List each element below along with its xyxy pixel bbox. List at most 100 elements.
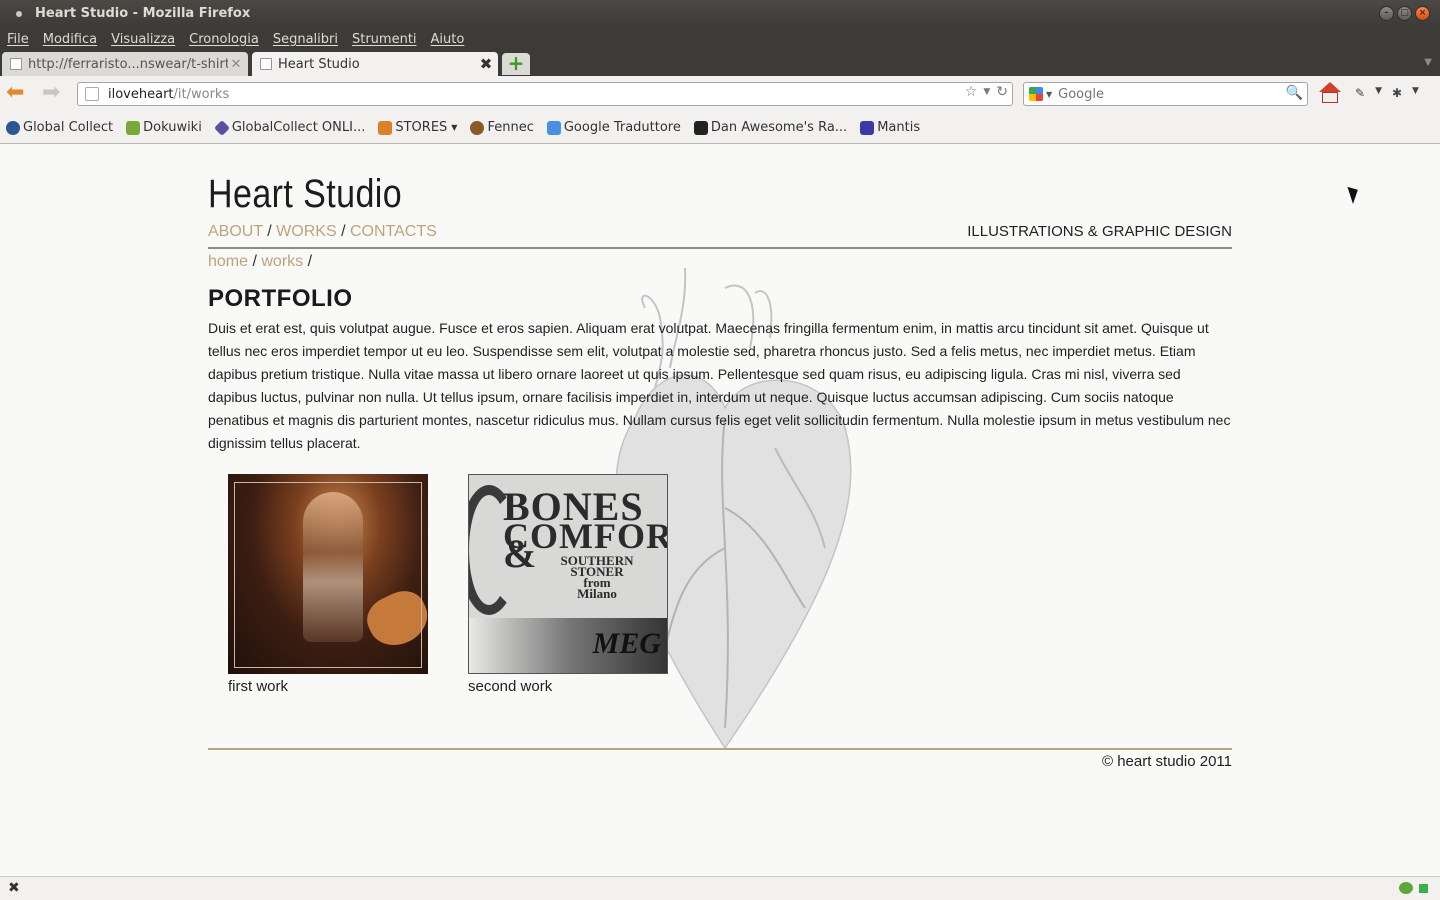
nav-separator: / xyxy=(336,223,350,240)
bookmark-fennec[interactable]: Fennec xyxy=(470,120,534,135)
forward-arrow-icon[interactable]: ➡ xyxy=(42,82,60,104)
bookmark-label: GlobalCollect ONLI... xyxy=(231,120,366,135)
site-tagline: ILLUSTRATIONS & GRAPHIC DESIGN xyxy=(967,223,1232,240)
bookmark-label: STORES xyxy=(395,120,448,135)
search-bar: ▼ 🔍 xyxy=(1023,82,1308,106)
chevron-down-icon[interactable]: ▼ xyxy=(1375,86,1382,100)
maximize-icon[interactable]: □ xyxy=(1397,6,1412,21)
chevron-down-icon: ▼ xyxy=(451,123,458,132)
window-controls: – □ × xyxy=(1379,6,1430,21)
menu-modifica[interactable]: Modifica xyxy=(43,32,97,47)
tab-ferraristo[interactable]: http://ferraristo...nswear/t-shirts/ ✕ xyxy=(2,52,248,76)
bookmark-google-traduttore[interactable]: Google Traduttore xyxy=(546,120,681,135)
status-indicator-icon[interactable] xyxy=(1419,883,1428,893)
google-icon[interactable] xyxy=(1029,87,1043,101)
work-thumbnail[interactable]: BONES & COMFORT SOUTHERN STONER from Mil… xyxy=(468,474,668,674)
mouse-cursor-icon xyxy=(1347,184,1362,204)
tab-heart-studio[interactable]: Heart Studio ✖ xyxy=(252,52,498,76)
menu-aiuto[interactable]: Aiuto xyxy=(431,32,465,47)
breadcrumb-home-link[interactable]: home xyxy=(208,253,248,270)
bookmarks-bar: Global Collect Dokuwiki GlobalCollect ON… xyxy=(0,112,1440,144)
tab-list-chevron-down-icon[interactable]: ▼ xyxy=(1424,57,1432,68)
menu-strumenti[interactable]: Strumenti xyxy=(352,32,417,47)
breadcrumb-works-link[interactable]: works xyxy=(261,253,303,270)
menu-visualizza[interactable]: Visualizza xyxy=(111,32,175,47)
window-titlebar: Heart Studio - Mozilla Firefox – □ × xyxy=(0,0,1440,27)
minimize-icon[interactable]: – xyxy=(1379,6,1394,21)
photo-frame xyxy=(234,482,422,668)
url-actions: ☆ ▼ ↻ xyxy=(965,84,1008,100)
site-identity-icon[interactable] xyxy=(85,87,99,101)
breadcrumb: home / works / xyxy=(208,253,312,271)
folder-icon xyxy=(378,120,393,135)
close-icon[interactable]: × xyxy=(1415,6,1430,21)
bookmark-dan-awesome[interactable]: Dan Awesome's Ra... xyxy=(693,120,848,135)
tab-close-icon[interactable]: ✖ xyxy=(478,55,494,73)
fennec-icon xyxy=(470,120,485,135)
menu-cronologia[interactable]: Cronologia xyxy=(189,32,259,47)
chevron-down-icon[interactable]: ▼ xyxy=(1412,86,1419,100)
menu-file[interactable]: File xyxy=(7,32,29,47)
bookmark-label: Dokuwiki xyxy=(143,120,202,135)
work-item-second[interactable]: BONES & COMFORT SOUTHERN STONER from Mil… xyxy=(468,474,668,695)
app-menu-icon[interactable] xyxy=(16,10,22,17)
menu-bar: File Modifica Visualizza Cronologia Segn… xyxy=(0,27,1440,51)
close-addon-bar-icon[interactable]: ✖ xyxy=(8,880,20,896)
bookmark-label: Fennec xyxy=(487,120,534,135)
work-thumbnail[interactable] xyxy=(228,474,428,674)
bookmark-label: Mantis xyxy=(877,120,921,135)
bookmark-label: Dan Awesome's Ra... xyxy=(710,120,848,135)
url-bar[interactable]: iloveheart/it/works ☆ ▼ ↻ xyxy=(77,82,1013,106)
url-host: iloveheart xyxy=(108,86,174,102)
tab-strip: http://ferraristo...nswear/t-shirts/ ✕ H… xyxy=(0,51,1440,76)
footer-divider xyxy=(208,748,1232,750)
nav-about-link[interactable]: ABOUT xyxy=(208,223,263,240)
home-body xyxy=(1322,92,1338,103)
tab-label: http://ferraristo...nswear/t-shirts/ xyxy=(28,56,228,72)
home-icon[interactable] xyxy=(1318,82,1342,104)
window-title: Heart Studio - Mozilla Firefox xyxy=(35,6,251,21)
poster-text-line: MEG xyxy=(592,627,661,660)
poster-subtext: SOUTHERN STONER from Milano xyxy=(547,554,647,601)
bookmark-global-collect[interactable]: Global Collect xyxy=(6,120,113,135)
tab-close-icon[interactable]: ✕ xyxy=(228,57,244,72)
status-bar: ✖ xyxy=(0,876,1440,900)
work-caption[interactable]: first work xyxy=(228,678,428,695)
site-title[interactable]: Heart Studio xyxy=(208,172,402,217)
nav-contacts-link[interactable]: CONTACTS xyxy=(350,223,437,240)
poster-text-line: Milano xyxy=(577,586,617,601)
search-input[interactable] xyxy=(1058,86,1279,102)
work-caption[interactable]: second work xyxy=(468,678,668,695)
diamond-icon xyxy=(213,119,230,136)
intro-paragraph: Duis et erat est, quis volutpat augue. F… xyxy=(208,320,1231,451)
pen-icon[interactable]: ✎ xyxy=(1355,86,1365,100)
history-dropdown-icon[interactable]: ▼ xyxy=(983,87,990,97)
new-tab-button[interactable]: + xyxy=(502,53,530,75)
dark-icon xyxy=(693,120,708,135)
bookmark-globalcollect-online[interactable]: GlobalCollect ONLI... xyxy=(213,119,366,136)
reload-icon[interactable]: ↻ xyxy=(996,84,1008,100)
work-item-first[interactable]: first work xyxy=(228,474,428,695)
poster-text-line: COMFORT xyxy=(503,516,667,556)
bookmark-star-icon[interactable]: ☆ xyxy=(965,84,978,100)
menu-segnalibri[interactable]: Segnalibri xyxy=(273,32,338,47)
dokuwiki-icon xyxy=(126,120,141,135)
bug-icon[interactable]: ✱ xyxy=(1392,86,1402,100)
breadcrumb-separator: / xyxy=(248,253,262,270)
tab-label: Heart Studio xyxy=(278,56,360,72)
back-arrow-icon[interactable]: ⬅ xyxy=(6,82,24,104)
nav-works-link[interactable]: WORKS xyxy=(276,223,336,240)
nav-separator: / xyxy=(262,223,277,240)
page-title: PORTFOLIO xyxy=(208,285,353,312)
firebug-icon[interactable] xyxy=(1399,882,1413,894)
translate-icon xyxy=(546,120,561,135)
bookmark-mantis[interactable]: Mantis xyxy=(860,120,920,135)
bookmark-folder-stores[interactable]: STORES ▼ xyxy=(378,120,457,135)
header-divider xyxy=(208,247,1232,249)
bookmark-dokuwiki[interactable]: Dokuwiki xyxy=(126,120,202,135)
engine-dropdown-icon[interactable]: ▼ xyxy=(1046,90,1052,99)
home-roof xyxy=(1319,82,1341,92)
page-viewport: Heart Studio ABOUT / WORKS / CONTACTS IL… xyxy=(0,145,1440,876)
search-icon[interactable]: 🔍 xyxy=(1286,85,1303,101)
url-path: /it/works xyxy=(173,86,230,102)
